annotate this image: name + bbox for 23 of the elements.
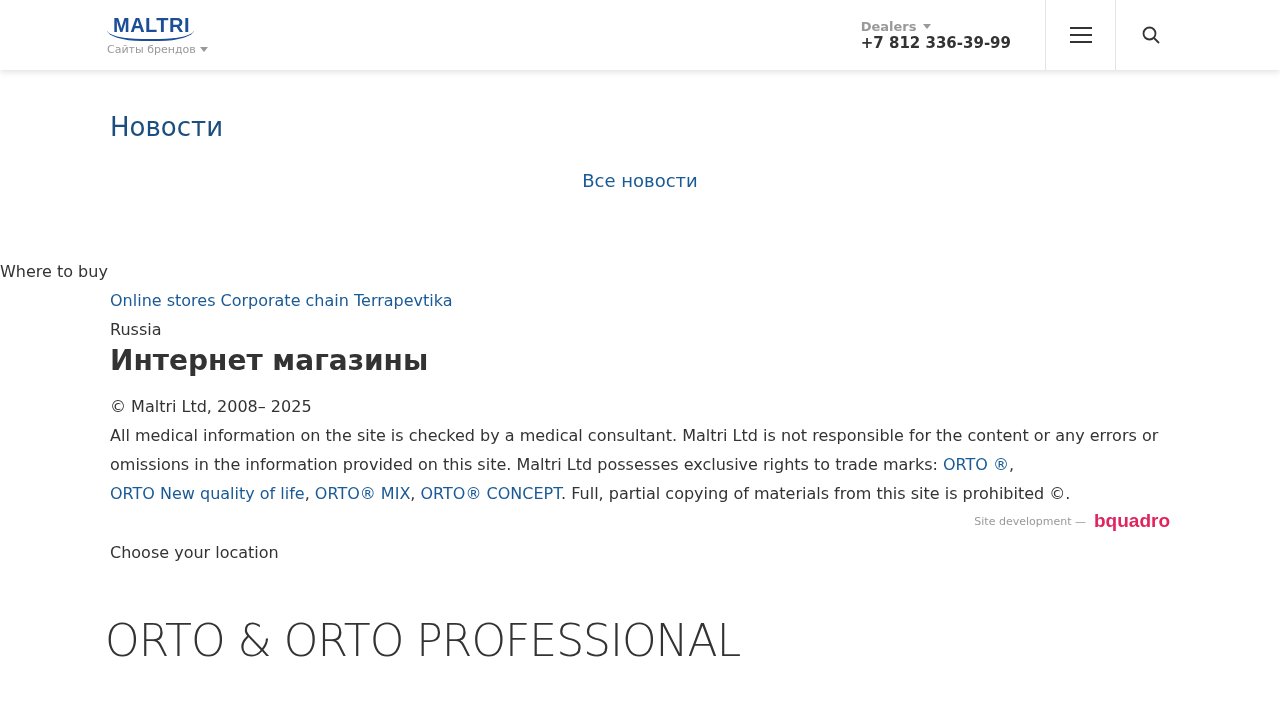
- developer-credit: Site development —: [974, 514, 1086, 528]
- trademark-link[interactable]: ORTO® MIX: [314, 484, 411, 503]
- search-icon: [1141, 26, 1160, 44]
- store-tab[interactable]: Corporate chain Terrapevtika: [220, 286, 453, 315]
- brand-title: ORTO & ORTO PROFESSIONAL: [105, 615, 741, 666]
- developer-logo[interactable]: bquadro: [1094, 510, 1170, 532]
- trademark-link[interactable]: ORTO ®: [942, 455, 1009, 474]
- section-title: Новости: [110, 112, 225, 142]
- location-prompt[interactable]: Choose your location: [110, 538, 1170, 567]
- menu-icon: [1069, 27, 1092, 43]
- caret-icon: [199, 47, 208, 52]
- caret-icon: [922, 23, 931, 29]
- stores-heading: Интернет магазины: [110, 344, 430, 378]
- section-title: Where to buy: [0, 261, 109, 283]
- store-tab[interactable]: Online stores: [110, 286, 216, 315]
- legal-paragraph: All medical information on the site is checked by a medical consultant. Maltri Ltd is not responsible for the content or any errors or omissions in the information provided on this site. Maltri Ltd possesses exclusive rights to trade marks: ORTO ®, ORTO New quality of life, ORTO® MIX, ORTO® CONCEPT. Full, partial copying of materials from this site is prohibited ©.: [110, 425, 1160, 505]
- copyright-text: © Maltri Ltd, 2008– 2025: [110, 396, 313, 418]
- phone-number: +7 812 336-39-99: [860, 33, 1011, 52]
- country-label: Russia: [110, 319, 163, 341]
- logo[interactable]: MALTRI: [107, 14, 195, 41]
- all-news-link[interactable]: Все новости: [110, 170, 1170, 191]
- trademark-link[interactable]: ORTO® CONCEPT: [420, 484, 562, 503]
- trademark-link[interactable]: ORTO New quality of life: [110, 484, 305, 503]
